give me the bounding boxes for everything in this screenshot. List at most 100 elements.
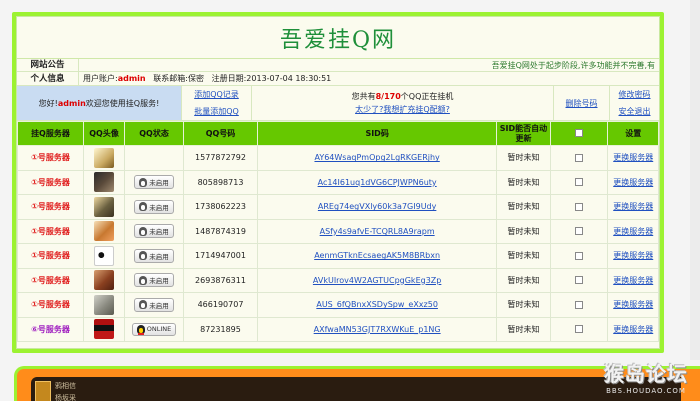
delete-box: 删除号码: [554, 86, 610, 120]
table-row: ⑥号服务器 ONLINE 87231895 AXfwaMN53GJT7RXWKu…: [17, 316, 659, 342]
penguin-icon: [139, 275, 148, 285]
select-cell[interactable]: [549, 267, 609, 293]
change-server-link[interactable]: 更换服务器: [613, 300, 653, 309]
table-row: ①号服务器 未启用 1738062223 AREg74egVXly60k3a7G…: [17, 194, 659, 220]
bottom-avatar: [35, 381, 51, 401]
change-server-link[interactable]: 更换服务器: [613, 325, 653, 334]
sid-link[interactable]: AVkUIrov4W2AGTUCpgGkEg3Zp: [313, 276, 441, 285]
reg-label: 注册日期:: [211, 73, 247, 83]
status-button[interactable]: 未启用: [134, 224, 174, 239]
row-checkbox[interactable]: [575, 178, 584, 187]
logout-link[interactable]: 安全退出: [619, 106, 651, 117]
avatar: [94, 221, 115, 242]
add-qq-link[interactable]: 添加QQ记录: [194, 89, 239, 100]
delete-number-link[interactable]: 删除号码: [566, 98, 598, 109]
expand-quota-link[interactable]: 太少了?我想扩充挂Q配额?: [355, 104, 450, 115]
sid-link[interactable]: AREg74egVXly60k3a7GI9Udy: [318, 202, 436, 211]
penguin-icon: [136, 324, 145, 335]
select-cell[interactable]: [549, 145, 609, 171]
row-checkbox[interactable]: [575, 325, 584, 334]
welcome-suffix: 欢迎您使用挂Q服务!: [85, 98, 160, 108]
select-cell[interactable]: [549, 316, 609, 342]
qq-cell: 1738062223: [182, 194, 259, 220]
penguin-icon: [139, 251, 148, 261]
select-cell[interactable]: [549, 243, 609, 269]
site-title: 吾爱挂Q网: [17, 17, 659, 59]
sid-link[interactable]: ASfy4s9afvE-TCQRL8A9rapm: [320, 227, 435, 236]
qq-cell: 1577872792: [182, 145, 259, 171]
count-value: 8/170: [375, 92, 401, 101]
welcome-box: 您好! admin 欢迎您使用挂Q服务!: [17, 86, 182, 120]
avatar: [94, 270, 115, 291]
account-prefix: 用户账户:: [83, 73, 118, 83]
avatar: [94, 319, 115, 340]
status-button[interactable]: 未启用: [134, 273, 174, 288]
change-server-link[interactable]: 更换服务器: [613, 178, 653, 187]
change-server-link[interactable]: 更换服务器: [613, 202, 653, 211]
server-cell: ①号服务器: [17, 169, 84, 195]
col-select-all[interactable]: [549, 121, 609, 146]
penguin-icon: [139, 177, 148, 187]
status-button[interactable]: 未启用: [134, 199, 174, 214]
status-cell: 未启用: [124, 194, 184, 220]
select-cell[interactable]: [549, 292, 609, 318]
avatar: [94, 294, 115, 315]
avatar-cell: [82, 243, 126, 269]
col-sid: SID码: [257, 121, 498, 146]
setting-cell: 更换服务器: [607, 267, 659, 293]
table-row: ①号服务器 未启用 466190707 AUS_6fQBnxXSDySpw_eX…: [17, 292, 659, 318]
sid-cell: AenmGTknEcsaegAK5M8BRbxn: [257, 243, 498, 269]
change-server-link[interactable]: 更换服务器: [613, 251, 653, 260]
count-suffix: 个QQ正在挂机: [400, 92, 454, 101]
setting-cell: 更换服务器: [607, 145, 659, 171]
change-server-link[interactable]: 更换服务器: [613, 276, 653, 285]
sid-link[interactable]: AY64WsaqPmOpg2LgRKGERjhy: [314, 153, 439, 162]
setting-cell: 更换服务器: [607, 292, 659, 318]
server-cell: ①号服务器: [17, 243, 84, 269]
sid-link[interactable]: Ac14I61uq1dVG6CPJWPN6uty: [318, 178, 437, 187]
status-button[interactable]: 未启用: [134, 175, 174, 190]
status-cell: 未启用: [124, 267, 184, 293]
reg-date: 2013-07-04 18:30:51: [246, 73, 332, 83]
sid-link[interactable]: AUS_6fQBnxXSDySpw_eXxz50: [316, 300, 438, 309]
avatar-cell: [82, 194, 126, 220]
select-cell[interactable]: [549, 194, 609, 220]
change-password-link[interactable]: 修改密码: [619, 89, 651, 100]
status-button[interactable]: 未启用: [134, 297, 174, 312]
penguin-icon: [139, 226, 148, 236]
status-label: 未启用: [149, 203, 169, 212]
status-cell: ONLINE: [124, 316, 184, 342]
select-all-checkbox[interactable]: [575, 129, 584, 137]
status-button[interactable]: ONLINE: [131, 322, 177, 336]
batch-add-qq-link[interactable]: 批量添加QQ: [194, 106, 239, 117]
qq-cell: 466190707: [182, 292, 259, 318]
sid-link[interactable]: AXfwaMN53GJT7RXWKuE_p1NG: [314, 325, 441, 334]
status-label: 未启用: [149, 228, 169, 237]
bottom-line-1: 鸦相信: [55, 382, 76, 390]
select-cell[interactable]: [549, 218, 609, 244]
row-checkbox[interactable]: [575, 276, 584, 285]
status-cell: 未启用: [124, 218, 184, 244]
row-checkbox[interactable]: [575, 153, 584, 162]
avatar-cell: [82, 292, 126, 318]
setting-cell: 更换服务器: [607, 316, 659, 342]
row-checkbox[interactable]: [575, 300, 584, 309]
bottom-line-2: 杨坂采: [55, 394, 76, 401]
change-server-link[interactable]: 更换服务器: [613, 227, 653, 236]
auto-cell: 暂时未知: [496, 316, 551, 342]
status-label: 未启用: [149, 277, 169, 286]
sid-link[interactable]: AenmGTknEcsaegAK5M8BRbxn: [314, 251, 440, 260]
row-checkbox[interactable]: [575, 202, 584, 211]
col-status: QQ状态: [124, 121, 184, 146]
row-checkbox[interactable]: [575, 227, 584, 236]
select-cell[interactable]: [549, 169, 609, 195]
change-server-link[interactable]: 更换服务器: [613, 153, 653, 162]
main-frame: 吾爱挂Q网 网站公告 吾爱挂Q网处于起步阶段,许多功能并不完善,有 个人信息 用…: [12, 12, 664, 353]
sid-cell: AY64WsaqPmOpg2LgRKGERjhy: [257, 145, 498, 171]
status-button[interactable]: 未启用: [134, 248, 174, 263]
row-checkbox[interactable]: [575, 251, 584, 260]
avatar: [94, 196, 115, 217]
notice-label: 网站公告: [17, 59, 79, 71]
table-row: ①号服务器 未启用 805898713 Ac14I61uq1dVG6CPJWPN…: [17, 169, 659, 195]
page-scrollbar[interactable]: [690, 0, 700, 360]
